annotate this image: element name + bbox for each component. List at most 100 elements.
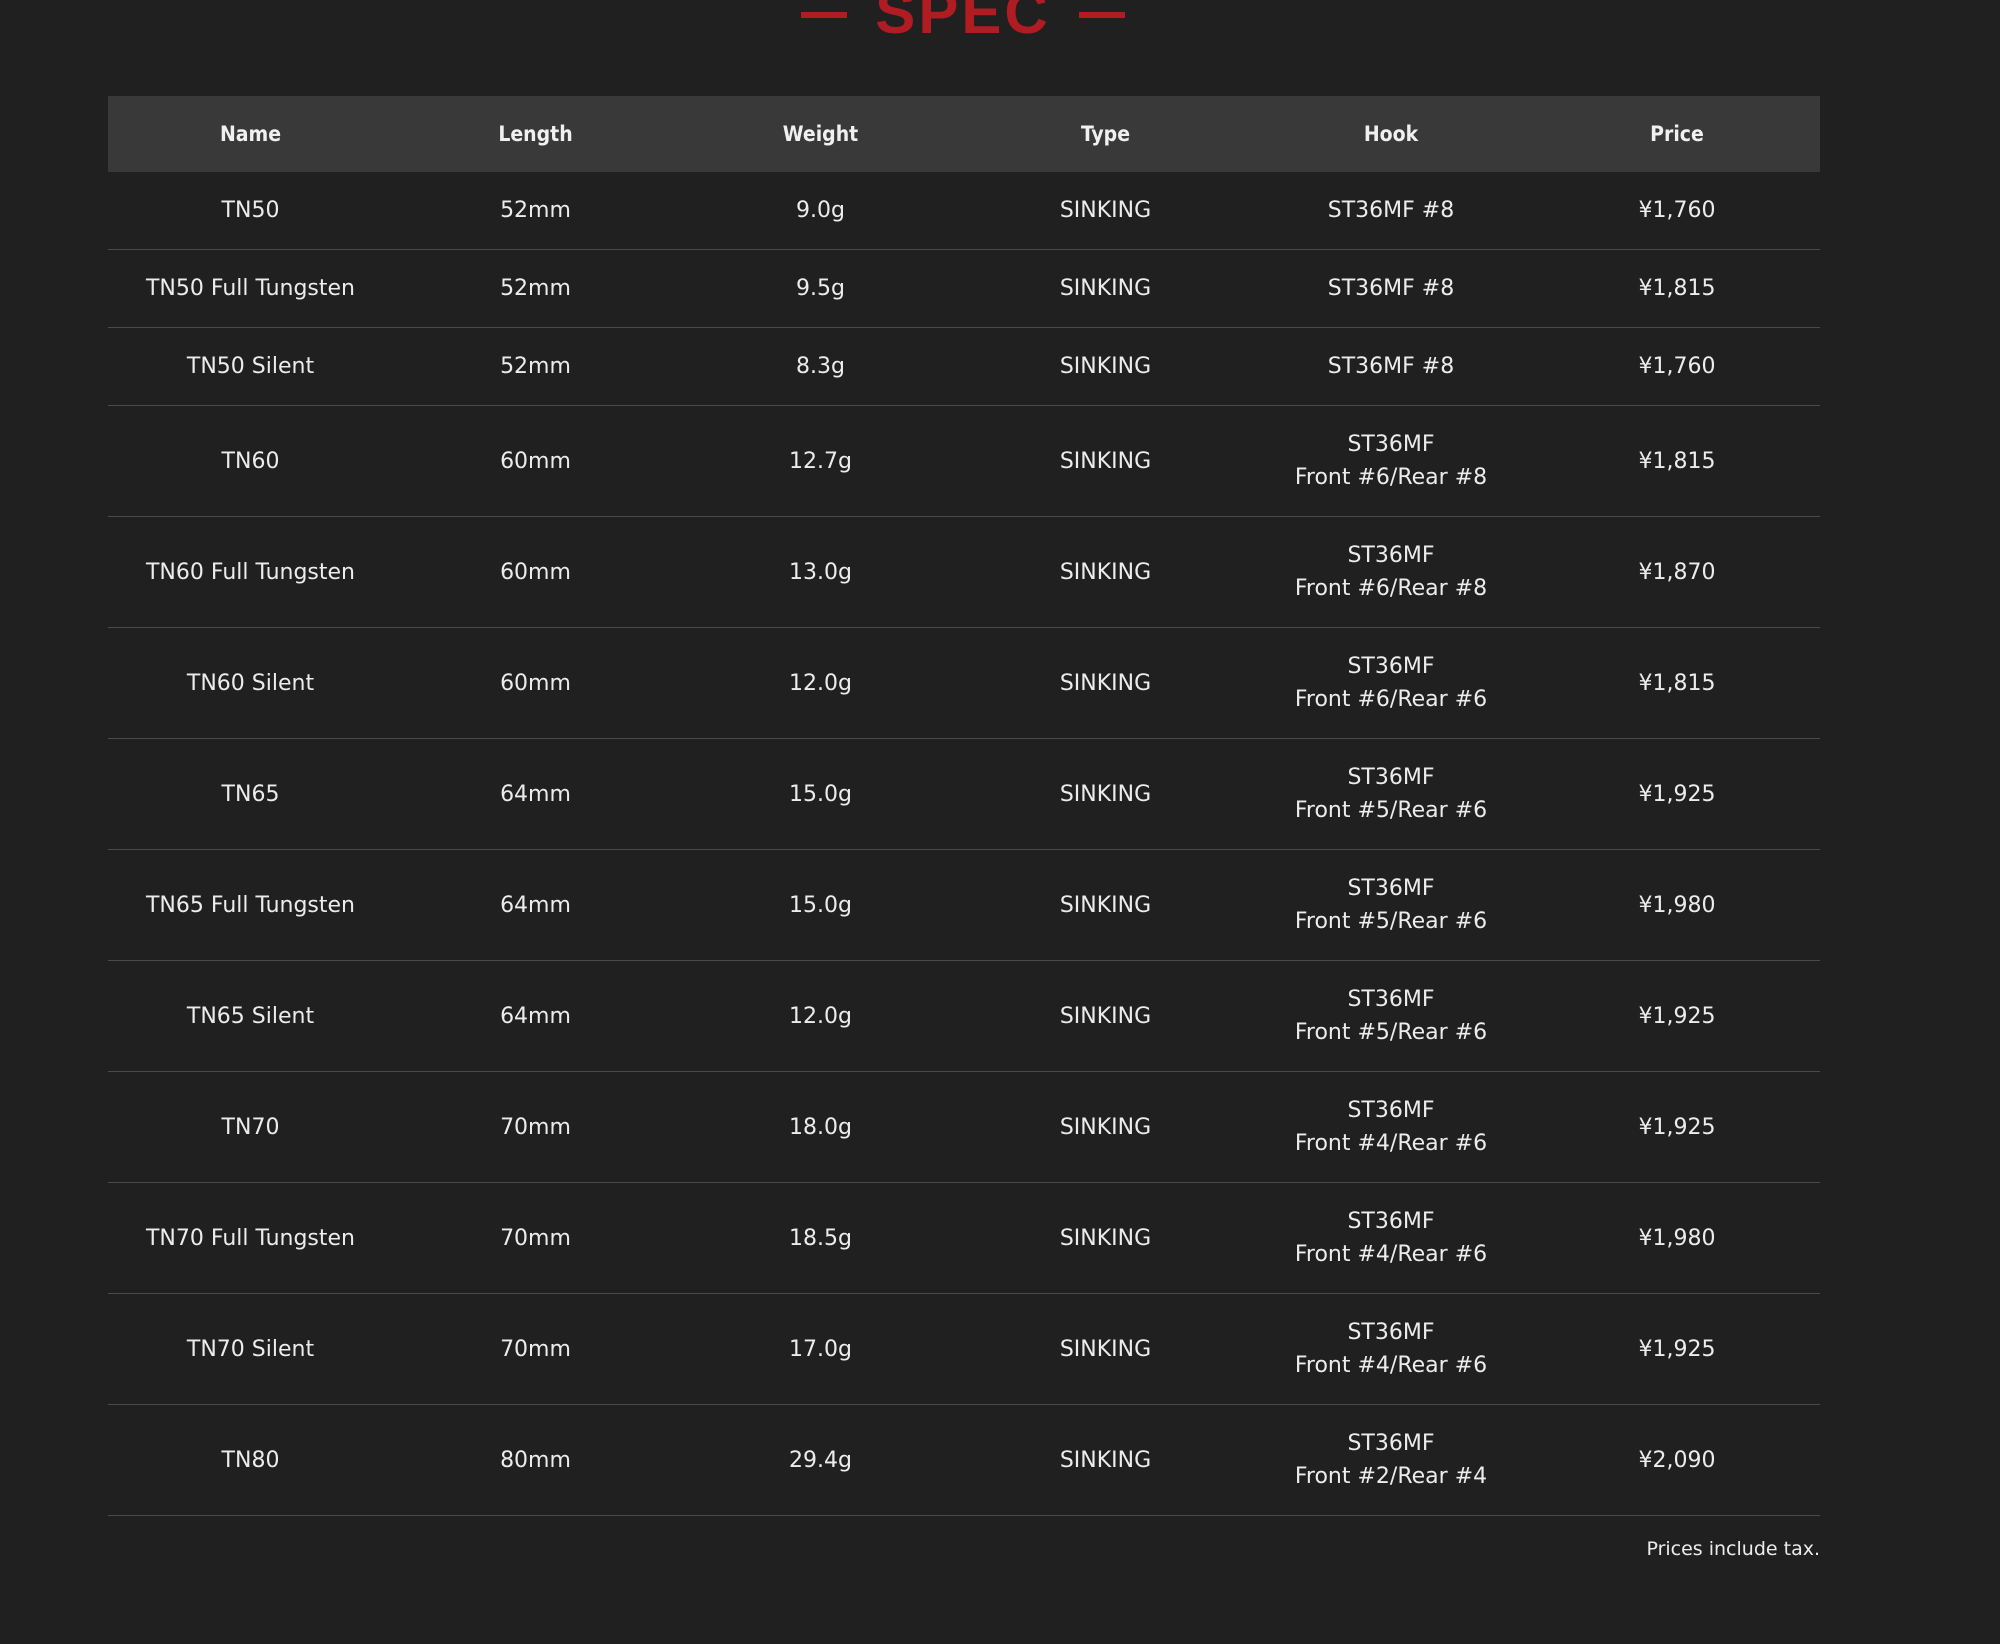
table-row: TN60 60mm 12.7g SINKING ST36MF Front #6/Rear … xyxy=(108,405,1820,517)
heading-title: SPEC xyxy=(875,0,1051,46)
cell-hook: ST36MF #8 xyxy=(1248,249,1534,328)
cell-weight: 15.0g xyxy=(678,738,963,850)
cell-name: TN65 Silent xyxy=(108,960,393,1072)
cell-hook: ST36MF Front #5/Rear #6 xyxy=(1248,960,1534,1072)
cell-length: 52mm xyxy=(393,249,678,328)
hook-model: ST36MF #8 xyxy=(1327,354,1455,379)
hook-model: ST36MF xyxy=(1347,1098,1435,1123)
hook-sizes: Front #5/Rear #6 xyxy=(1294,798,1488,823)
hook-model: ST36MF xyxy=(1347,765,1435,790)
spec-table: Name Length Weight Type Hook Price TN50 5… xyxy=(108,96,1820,1516)
heading-dash-right xyxy=(1078,12,1125,18)
hook-model: ST36MF xyxy=(1347,1320,1435,1345)
column-header-name: Name xyxy=(108,96,393,172)
cell-weight: 18.5g xyxy=(678,1182,963,1294)
cell-type: SINKING xyxy=(963,249,1248,328)
hook-model: ST36MF xyxy=(1347,1431,1435,1456)
hook-model: ST36MF xyxy=(1347,432,1435,457)
cell-name: TN80 xyxy=(108,1404,393,1516)
cell-length: 52mm xyxy=(393,172,678,250)
cell-name: TN50 Silent xyxy=(108,327,393,406)
cell-type: SINKING xyxy=(963,960,1248,1072)
cell-type: SINKING xyxy=(963,1293,1248,1405)
cell-hook: ST36MF Front #2/Rear #4 xyxy=(1248,1404,1534,1516)
cell-length: 70mm xyxy=(393,1182,678,1294)
cell-price: ¥1,980 xyxy=(1534,849,1820,961)
hook-model: ST36MF #8 xyxy=(1327,198,1455,223)
hook-model: ST36MF xyxy=(1347,987,1435,1012)
cell-weight: 17.0g xyxy=(678,1293,963,1405)
cell-length: 60mm xyxy=(393,627,678,739)
cell-length: 64mm xyxy=(393,960,678,1072)
cell-price: ¥2,090 xyxy=(1534,1404,1820,1516)
cell-price: ¥1,925 xyxy=(1534,1071,1820,1183)
column-header-weight: Weight xyxy=(678,96,963,172)
table-row: TN70 Full Tungsten 70mm 18.5g SINKING ST36MF… xyxy=(108,1182,1820,1294)
hook-sizes: Front #6/Rear #8 xyxy=(1294,465,1488,490)
cell-price: ¥1,980 xyxy=(1534,1182,1820,1294)
hook-sizes: Front #4/Rear #6 xyxy=(1294,1242,1488,1267)
cell-type: SINKING xyxy=(963,516,1248,628)
spec-table-body: TN50 52mm 9.0g SINKING ST36MF #8 ¥1,760 TN50 F… xyxy=(108,172,1820,1516)
cell-length: 60mm xyxy=(393,516,678,628)
cell-hook: ST36MF Front #6/Rear #8 xyxy=(1248,516,1534,628)
cell-length: 64mm xyxy=(393,738,678,850)
cell-name: TN60 xyxy=(108,405,393,517)
cell-type: SINKING xyxy=(963,405,1248,517)
cell-name: TN60 Full Tungsten xyxy=(108,516,393,628)
heading-dash-left xyxy=(801,12,848,18)
hook-sizes: Front #4/Rear #6 xyxy=(1294,1353,1488,1378)
cell-hook: ST36MF Front #5/Rear #6 xyxy=(1248,738,1534,850)
cell-type: SINKING xyxy=(963,849,1248,961)
cell-hook: ST36MF Front #4/Rear #6 xyxy=(1248,1293,1534,1405)
table-row: TN65 Silent 64mm 12.0g SINKING ST36MF Front #… xyxy=(108,960,1820,1072)
cell-price: ¥1,760 xyxy=(1534,172,1820,250)
table-row: TN80 80mm 29.4g SINKING ST36MF Front #2/Rear … xyxy=(108,1404,1820,1516)
cell-weight: 15.0g xyxy=(678,849,963,961)
hook-model: ST36MF xyxy=(1347,654,1435,679)
cell-name: TN70 Full Tungsten xyxy=(108,1182,393,1294)
cell-price: ¥1,815 xyxy=(1534,249,1820,328)
cell-hook: ST36MF Front #4/Rear #6 xyxy=(1248,1071,1534,1183)
cell-type: SINKING xyxy=(963,1182,1248,1294)
cell-type: SINKING xyxy=(963,172,1248,250)
table-header-row: Name Length Weight Type Hook Price xyxy=(108,96,1820,172)
table-row: TN50 Silent 52mm 8.3g SINKING ST36MF #8 ¥1,76… xyxy=(108,327,1820,406)
cell-weight: 29.4g xyxy=(678,1404,963,1516)
cell-weight: 12.0g xyxy=(678,627,963,739)
table-row: TN60 Full Tungsten 60mm 13.0g SINKING ST36MF… xyxy=(108,516,1820,628)
hook-sizes: Front #6/Rear #8 xyxy=(1294,576,1488,601)
cell-weight: 9.0g xyxy=(678,172,963,250)
cell-hook: ST36MF #8 xyxy=(1248,327,1534,406)
cell-name: TN50 Full Tungsten xyxy=(108,249,393,328)
table-row: TN65 64mm 15.0g SINKING ST36MF Front #5/Rear … xyxy=(108,738,1820,850)
hook-sizes: Front #6/Rear #6 xyxy=(1294,687,1488,712)
hook-sizes: Front #5/Rear #6 xyxy=(1294,909,1488,934)
cell-price: ¥1,815 xyxy=(1534,627,1820,739)
cell-length: 64mm xyxy=(393,849,678,961)
cell-price: ¥1,815 xyxy=(1534,405,1820,517)
cell-type: SINKING xyxy=(963,627,1248,739)
cell-length: 70mm xyxy=(393,1071,678,1183)
table-row: TN70 Silent 70mm 17.0g SINKING ST36MF Front #… xyxy=(108,1293,1820,1405)
cell-type: SINKING xyxy=(963,327,1248,406)
table-row: TN50 Full Tungsten 52mm 9.5g SINKING ST36MF … xyxy=(108,249,1820,328)
table-row: TN65 Full Tungsten 64mm 15.0g SINKING ST36MF… xyxy=(108,849,1820,961)
column-header-length: Length xyxy=(393,96,678,172)
hook-model: ST36MF xyxy=(1347,543,1435,568)
cell-length: 70mm xyxy=(393,1293,678,1405)
cell-price: ¥1,870 xyxy=(1534,516,1820,628)
page-heading: SPEC xyxy=(0,0,1926,48)
cell-price: ¥1,760 xyxy=(1534,327,1820,406)
table-row: TN70 70mm 18.0g SINKING ST36MF Front #4/Rear … xyxy=(108,1071,1820,1183)
column-header-price: Price xyxy=(1534,96,1820,172)
column-header-hook: Hook xyxy=(1248,96,1534,172)
cell-name: TN65 Full Tungsten xyxy=(108,849,393,961)
cell-type: SINKING xyxy=(963,1404,1248,1516)
table-row: TN50 52mm 9.0g SINKING ST36MF #8 ¥1,760 xyxy=(108,172,1820,250)
cell-hook: ST36MF Front #5/Rear #6 xyxy=(1248,849,1534,961)
cell-name: TN65 xyxy=(108,738,393,850)
hook-model: ST36MF xyxy=(1347,1209,1435,1234)
cell-length: 52mm xyxy=(393,327,678,406)
cell-hook: ST36MF #8 xyxy=(1248,172,1534,250)
